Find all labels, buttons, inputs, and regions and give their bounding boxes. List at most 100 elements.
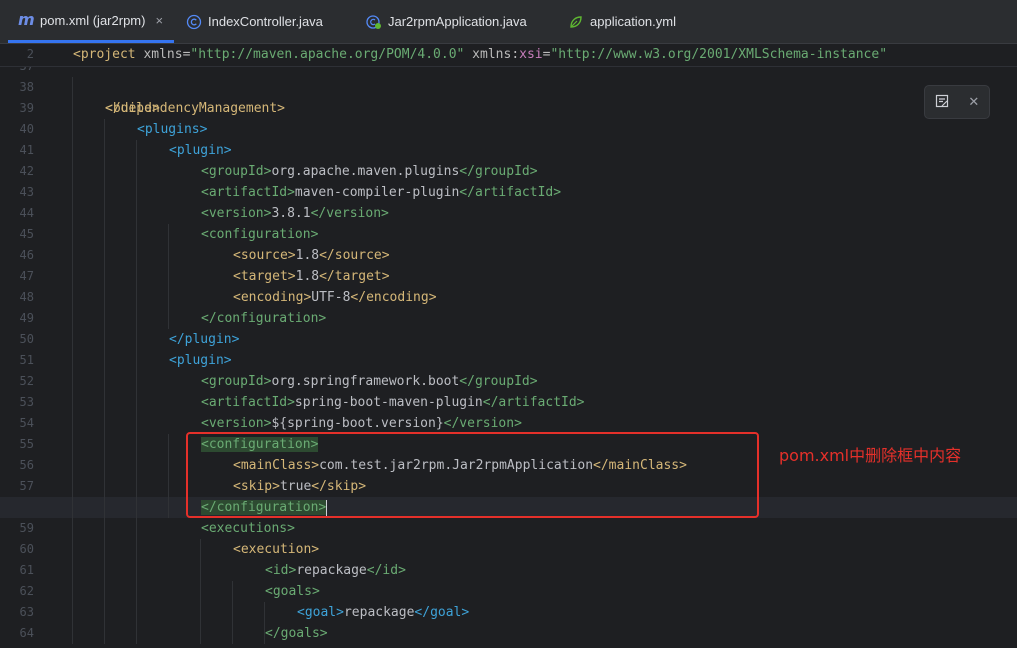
code-line[interactable]: <groupId>org.springframework.boot</group… xyxy=(201,371,1017,392)
tab-label: Jar2rpmApplication.java xyxy=(388,14,527,29)
code-line[interactable]: <artifactId>maven-compiler-plugin</artif… xyxy=(201,182,1017,203)
spring-boot-class-icon xyxy=(366,14,382,30)
xml-tag: <configuration> xyxy=(201,227,319,242)
code-text: ${spring-boot.version} xyxy=(271,416,444,431)
line-number: 43 xyxy=(19,185,34,199)
line-number: 60 xyxy=(19,542,34,556)
xml-tag: </version> xyxy=(310,206,389,221)
line-number: 51 xyxy=(19,353,34,367)
xml-tag: </version> xyxy=(443,416,522,431)
code-line[interactable]: <executions> xyxy=(201,518,1017,539)
line-number: 61 xyxy=(19,563,34,577)
xml-tag: <id> xyxy=(265,563,297,578)
editor-tab-bar: m pom.xml (jar2rpm) × IndexController.ja… xyxy=(0,0,1017,44)
xml-tag: <artifactId> xyxy=(201,185,295,200)
close-icon[interactable]: ✕ xyxy=(968,94,979,110)
line-number: 52 xyxy=(19,374,34,388)
tab-pom-xml[interactable]: m pom.xml (jar2rpm) × xyxy=(8,0,174,43)
line-number: 54 xyxy=(19,416,34,430)
xml-tag: <groupId> xyxy=(201,164,272,179)
line-number: 62 xyxy=(19,584,34,598)
tab-jar2rpm-application[interactable]: Jar2rpmApplication.java xyxy=(366,0,546,43)
code-line[interactable]: </configuration> xyxy=(201,308,1017,329)
code-editor[interactable]: 38 39 40 41 42 43 44 45 46 47 48 49 50 51 52 53 54 55 56 57… xyxy=(0,44,1017,648)
line-number: 47 xyxy=(19,269,34,283)
tab-label: IndexController.java xyxy=(208,14,323,29)
code-line[interactable]: <goal>repackage</goal> xyxy=(297,602,1017,623)
code-text: repackage xyxy=(343,605,415,620)
xml-tag: </goals> xyxy=(265,626,328,641)
line-number: 50 xyxy=(19,332,34,346)
code-text: org.apache.maven.plugins xyxy=(271,164,460,179)
xml-tag: <build> xyxy=(105,101,160,116)
xml-tag: </source> xyxy=(319,248,390,263)
code-text: UTF-8 xyxy=(311,290,351,305)
code-line[interactable]: <artifactId>spring-boot-maven-plugin</ar… xyxy=(201,392,1017,413)
xml-tag: </groupId> xyxy=(459,374,538,389)
line-number: 45 xyxy=(19,227,34,241)
sticky-code: <project xmlns="http://maven.apache.org/… xyxy=(73,47,888,62)
code-text: spring-boot-maven-plugin xyxy=(294,395,483,410)
code-line[interactable]: <source>1.8</source> xyxy=(233,245,1017,266)
spring-leaf-icon xyxy=(568,14,584,30)
line-number: 49 xyxy=(19,311,34,325)
close-icon[interactable]: × xyxy=(155,13,163,28)
code-line[interactable]: <id>repackage</id> xyxy=(265,560,1017,581)
line-number: 48 xyxy=(19,290,34,304)
code-line[interactable]: <version>${spring-boot.version}</version… xyxy=(201,413,1017,434)
reader-mode-toolbar: ✕ xyxy=(924,85,990,119)
xml-tag: <groupId> xyxy=(201,374,272,389)
line-number: 56 xyxy=(19,458,34,472)
code-lines[interactable]: <build> <plugins> <plugin> <groupId>org.apa… xyxy=(58,44,1017,648)
code-line[interactable]: </goals> xyxy=(265,623,1017,644)
xml-tag: </encoding> xyxy=(350,290,437,305)
code-line[interactable]: <goals> xyxy=(265,581,1017,602)
xml-tag: </id> xyxy=(366,563,406,578)
line-number: 2 xyxy=(26,47,34,61)
xml-tag: <artifactId> xyxy=(201,395,295,410)
xml-tag: <plugin> xyxy=(169,353,232,368)
line-number: 41 xyxy=(19,143,34,157)
code-line[interactable]: <build> xyxy=(105,98,1017,119)
xml-tag: </goal> xyxy=(414,605,470,620)
code-line[interactable]: <plugin> xyxy=(169,350,1017,371)
xml-tag: <version> xyxy=(201,416,272,431)
xml-tag: </target> xyxy=(319,269,390,284)
code-line[interactable]: <plugins> xyxy=(137,119,1017,140)
code-line[interactable]: <execution> xyxy=(233,539,1017,560)
annotation-note: pom.xml中删除框中内容 xyxy=(779,446,962,465)
xml-tag: <goals> xyxy=(265,584,320,599)
xml-tag: <goal> xyxy=(297,605,344,620)
xml-tag: <source> xyxy=(233,248,296,263)
line-number: 63 xyxy=(19,605,34,619)
tab-application-yml[interactable]: application.yml xyxy=(568,0,718,43)
line-number: 64 xyxy=(19,626,34,640)
code-line[interactable]: <groupId>org.apache.maven.plugins</group… xyxy=(201,161,1017,182)
xml-tag: </artifactId> xyxy=(482,395,585,410)
tab-label: application.yml xyxy=(590,14,676,29)
code-text: repackage xyxy=(296,563,367,578)
tab-index-controller[interactable]: IndexController.java xyxy=(186,0,346,43)
java-class-icon xyxy=(186,14,202,30)
sticky-scroll-header[interactable]: 2 <project xmlns="http://maven.apache.or… xyxy=(0,44,1017,67)
code-line[interactable]: <version>3.8.1</version> xyxy=(201,203,1017,224)
xml-tag: </plugin> xyxy=(169,332,240,347)
annotation-highlight-box xyxy=(186,432,759,518)
line-number: 55 xyxy=(19,437,34,451)
xml-tag: </configuration> xyxy=(201,311,327,326)
reader-mode-icon[interactable] xyxy=(935,94,949,111)
line-number: 53 xyxy=(19,395,34,409)
code-line[interactable]: <plugin> xyxy=(169,140,1017,161)
xml-tag: </artifactId> xyxy=(459,185,562,200)
code-line[interactable]: <configuration> xyxy=(201,224,1017,245)
code-text: 1.8 xyxy=(295,269,320,284)
xml-tag: <version> xyxy=(201,206,272,221)
code-line[interactable]: <encoding>UTF-8</encoding> xyxy=(233,287,1017,308)
code-line[interactable] xyxy=(73,77,1017,98)
code-line[interactable]: </plugin> xyxy=(169,329,1017,350)
code-line[interactable]: <target>1.8</target> xyxy=(233,266,1017,287)
maven-m-icon: m xyxy=(18,10,35,29)
code-text: org.springframework.boot xyxy=(271,374,460,389)
xml-tag: <plugin> xyxy=(169,143,232,158)
xml-tag: <target> xyxy=(233,269,296,284)
